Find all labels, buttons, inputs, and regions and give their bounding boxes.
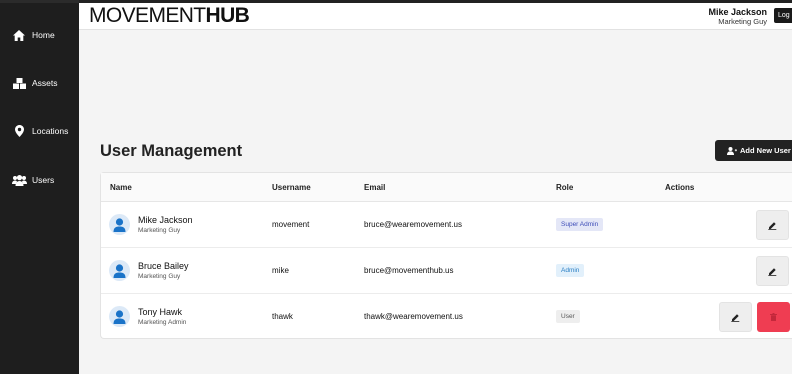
user-email: thawk@wearemovement.us: [364, 312, 463, 321]
boxes-icon: [10, 77, 28, 89]
sidebar-item-label: Users: [32, 175, 55, 185]
column-header-name: Name: [110, 183, 132, 192]
user-title: Marketing Guy: [138, 273, 181, 280]
user-avatar-icon: [113, 264, 126, 278]
user-name: Tony Hawk: [138, 307, 183, 317]
avatar: [109, 260, 130, 281]
delete-user-button[interactable]: [757, 302, 790, 332]
header-top-border: [79, 0, 792, 3]
role-badge: Admin: [556, 264, 585, 277]
page-title: User Management: [100, 142, 243, 160]
role-badge: Super Admin: [556, 218, 604, 231]
home-icon: [10, 29, 28, 41]
table-header: Name Username Email Role Actions: [101, 173, 792, 202]
sidebar-item-assets[interactable]: Assets: [0, 71, 79, 95]
role-badge: User: [556, 310, 580, 323]
current-user-role: Marketing Guy: [718, 17, 767, 26]
user-title: Marketing Guy: [138, 227, 181, 234]
user-name: Mike Jackson: [138, 215, 193, 225]
logo-text-thin: MOVEMENT: [89, 4, 206, 27]
sidebar-top-border: [0, 0, 79, 3]
edit-user-button[interactable]: [719, 302, 752, 332]
user-username: mike: [272, 266, 289, 275]
logo-text-bold: HUB: [205, 4, 250, 27]
current-user-name: Mike Jackson: [708, 7, 767, 17]
trash-icon: [770, 313, 777, 321]
edit-icon: [768, 267, 777, 276]
column-header-role: Role: [556, 183, 574, 192]
sidebar-item-label: Assets: [32, 78, 58, 88]
add-user-label: Add New User: [740, 146, 791, 155]
edit-user-button[interactable]: [756, 256, 789, 286]
edit-user-button[interactable]: [756, 210, 789, 240]
sidebar-item-label: Locations: [32, 126, 69, 136]
edit-icon: [768, 221, 777, 230]
logout-button[interactable]: Log: [774, 8, 792, 23]
users-table: Name Username Email Role Actions Mike Ja…: [100, 172, 792, 339]
avatar: [109, 214, 130, 235]
sidebar: Home Assets Locations Users: [0, 0, 79, 374]
column-header-actions: Actions: [665, 183, 695, 192]
sidebar-item-label: Home: [32, 30, 55, 40]
sidebar-item-home[interactable]: Home: [0, 23, 79, 47]
table-row: Bruce Bailey Marketing Guy mike bruce@mo…: [101, 248, 792, 294]
user-title: Marketing Admin: [138, 319, 187, 326]
table-row: Tony Hawk Marketing Admin thawk thawk@we…: [101, 294, 792, 340]
avatar: [109, 306, 130, 327]
user-name: Bruce Bailey: [138, 261, 189, 271]
column-header-username: Username: [272, 183, 311, 192]
edit-icon: [731, 313, 740, 322]
app-logo[interactable]: MOVEMENTHUB: [89, 4, 250, 27]
user-avatar-icon: [113, 218, 126, 232]
add-user-button[interactable]: Add New User: [715, 140, 792, 161]
table-row: Mike Jackson Marketing Guy movement bruc…: [101, 202, 792, 248]
top-header: MOVEMENTHUB Mike Jackson Marketing Guy L…: [79, 0, 792, 30]
user-email: bruce@movementhub.us: [364, 266, 454, 275]
users-icon: [10, 174, 28, 186]
map-pin-icon: [10, 125, 28, 137]
user-username: thawk: [272, 312, 293, 321]
user-email: bruce@wearemovement.us: [364, 220, 462, 229]
sidebar-item-users[interactable]: Users: [0, 168, 79, 192]
user-plus-icon: [727, 146, 737, 155]
user-username: movement: [272, 220, 310, 229]
current-user: Mike Jackson Marketing Guy: [708, 7, 767, 26]
user-avatar-icon: [113, 310, 126, 324]
column-header-email: Email: [364, 183, 386, 192]
sidebar-item-locations[interactable]: Locations: [0, 119, 79, 143]
